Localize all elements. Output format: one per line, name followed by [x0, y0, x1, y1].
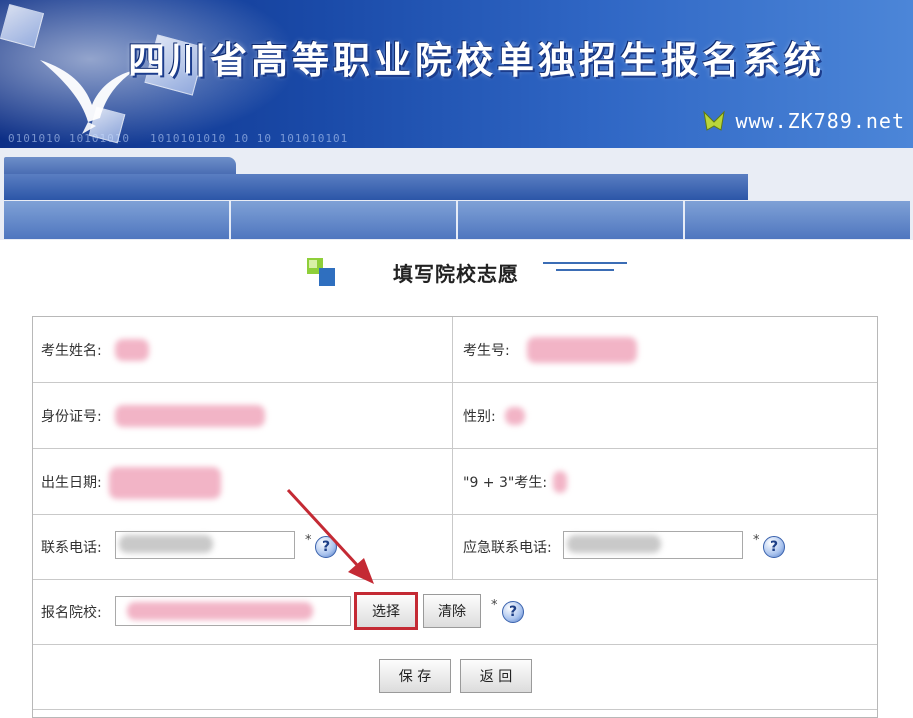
phone-label: 联系电话: [41, 540, 102, 556]
emergency-label: 应急联系电话: [463, 540, 552, 556]
select-button[interactable]: 选择 [354, 592, 418, 630]
phone-value-redacted [119, 535, 213, 553]
site-logo-icon [703, 110, 726, 131]
gender-value-redacted [505, 407, 525, 425]
site-url-text: www.ZK789.net [735, 109, 905, 133]
emergency-value-redacted [567, 535, 661, 553]
birth-value-redacted [109, 467, 221, 499]
birth-label: 出生日期: [41, 474, 102, 491]
page-heading: 填写院校志愿 [305, 256, 627, 288]
system-title: 四川省高等职业院校单独招生报名系统 [128, 39, 825, 82]
heading-decoration [543, 262, 627, 276]
name-cell: 考生姓名: [33, 317, 453, 382]
phone-required-mark: * [305, 533, 312, 548]
nav-item[interactable] [685, 201, 910, 239]
action-row: 保 存 返 回 [33, 645, 877, 710]
help-icon[interactable]: ? [315, 536, 337, 558]
header-banner: 0101010 10101010 1010101010 10 10 101010… [0, 0, 913, 148]
emergency-required-mark: * [753, 533, 760, 548]
id-label: 身份证号: [41, 408, 102, 425]
phone-cell: 联系电话: * ? [33, 515, 453, 579]
emergency-cell: 应急联系电话: * ? [453, 515, 877, 579]
form-row: 联系电话: * ? 应急联系电话: * ? [33, 515, 877, 580]
school-value-redacted [127, 602, 313, 620]
exam-no-label: 考生号: [463, 342, 510, 359]
page-title: 填写院校志愿 [393, 261, 519, 286]
nine-three-cell: "9 + 3"考生: [453, 449, 877, 514]
nav-menu [4, 201, 910, 239]
gender-cell: 性别: [453, 383, 877, 448]
banner-binary: 1010101010 10 10 101010101 [150, 132, 349, 145]
heading-cube-icon [307, 258, 335, 286]
birth-cell: 出生日期: [33, 449, 453, 514]
name-label: 考生姓名: [41, 342, 102, 359]
form-row: 考生姓名: 考生号: [33, 317, 877, 383]
exam-no-value-redacted [527, 337, 637, 363]
tab-bar [4, 174, 748, 200]
school-cell: 报名院校: 选择 清除 * ? [33, 580, 877, 644]
form-row: 身份证号: 性别: [33, 383, 877, 449]
bird-icon [40, 60, 135, 134]
school-label: 报名院校: [41, 605, 102, 621]
clear-button[interactable]: 清除 [423, 594, 481, 628]
nine-three-value-redacted [553, 471, 567, 493]
nav-item[interactable] [4, 201, 231, 239]
id-cell: 身份证号: [33, 383, 453, 448]
back-button[interactable]: 返 回 [460, 659, 532, 693]
gender-label: 性别: [463, 408, 496, 425]
id-value-redacted [115, 405, 265, 427]
help-icon[interactable]: ? [502, 601, 524, 623]
site-url[interactable]: www.ZK789.net [701, 108, 905, 134]
nav-item[interactable] [458, 201, 685, 239]
exam-no-cell: 考生号: [453, 317, 877, 382]
form-row: 出生日期: "9 + 3"考生: [33, 449, 877, 515]
nav-item[interactable] [231, 201, 458, 239]
form-row: 报名院校: 选择 清除 * ? [33, 580, 877, 645]
nine-three-label: "9 + 3"考生: [463, 474, 548, 491]
name-value-redacted [115, 339, 149, 361]
application-form: 考生姓名: 考生号: 身份证号: 性别: 出生日期: "9 + 3"考生: 联系… [32, 316, 878, 718]
school-required-mark: * [491, 598, 498, 613]
save-button[interactable]: 保 存 [379, 659, 451, 693]
help-icon[interactable]: ? [763, 536, 785, 558]
